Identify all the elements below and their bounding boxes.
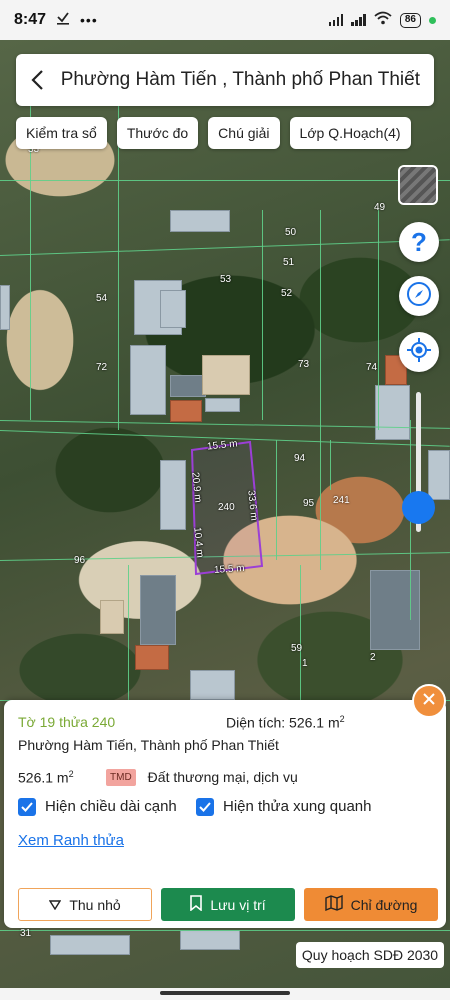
area-summary: Diện tích: 526.1 m2 <box>226 714 345 731</box>
plot-number: 74 <box>366 362 378 373</box>
bookmark-icon <box>190 895 203 914</box>
tool-chips: Kiểm tra sổ Thước đo Chú giải Lớp Q.Hoạc… <box>16 117 411 149</box>
my-location-button[interactable] <box>399 332 439 372</box>
show-edge-lengths-checkbox[interactable]: Hiện chiều dài cạnh <box>18 797 196 816</box>
checkbox-checked-icon <box>18 797 36 816</box>
wifi-icon <box>374 11 392 29</box>
selected-parcel-number: 240 <box>218 502 235 513</box>
home-handle[interactable] <box>160 991 290 995</box>
building <box>170 210 230 232</box>
location-header: Phường Hàm Tiến , Thành phố Phan Thiết <box>16 54 434 106</box>
parcel-info-panel: Tờ 19 thửa 240 Diện tích: 526.1 m2 Phườn… <box>4 700 446 928</box>
collapse-button[interactable]: Thu nhỏ <box>18 888 152 921</box>
view-boundary-link[interactable]: Xem Ranh thửa <box>18 832 124 849</box>
opacity-slider-handle[interactable] <box>402 491 435 524</box>
building <box>50 935 130 955</box>
compass-button[interactable] <box>399 276 439 316</box>
building <box>170 400 202 422</box>
plot-number: 72 <box>96 362 108 373</box>
directions-button[interactable]: Chỉ đường <box>304 888 438 921</box>
plot-line <box>0 180 450 181</box>
plot-line <box>276 440 277 560</box>
location-title: Phường Hàm Tiến , Thành phố Phan Thiết <box>60 69 420 90</box>
sheet-parcel-number: Tờ 19 thửa 240 <box>18 714 116 730</box>
map-icon <box>324 894 343 914</box>
save-location-button[interactable]: Lưu vị trí <box>161 888 295 921</box>
land-code-badge: TMD <box>106 768 136 786</box>
building <box>375 385 410 440</box>
building <box>160 290 186 328</box>
active-dot-icon <box>429 16 436 24</box>
checkbox-checked-icon <box>196 797 214 816</box>
plot-line <box>378 210 379 430</box>
building <box>140 575 176 645</box>
plot-line <box>128 565 129 705</box>
chip-measure[interactable]: Thước đo <box>116 117 199 149</box>
help-icon: ? <box>411 226 427 257</box>
back-arrow-icon[interactable] <box>30 69 45 91</box>
show-neighbors-checkbox[interactable]: Hiện thửa xung quanh <box>196 797 371 816</box>
status-bar: 8:47 ••• 86 <box>0 0 450 40</box>
building <box>202 355 250 395</box>
land-area: 526.1 m2 <box>18 768 74 786</box>
system-nav-bar <box>0 988 450 1000</box>
my-location-icon <box>406 337 432 368</box>
chip-planning-layer[interactable]: Lớp Q.Hoạch(4) <box>289 117 411 149</box>
building <box>205 398 240 412</box>
plot-line <box>0 930 450 931</box>
status-time: 8:47 <box>14 11 47 28</box>
plot-number: 49 <box>374 202 386 213</box>
building <box>180 930 240 950</box>
plot-line <box>330 440 331 490</box>
land-type: Đất thương mại, dịch vụ <box>147 769 298 786</box>
edge-length-bottom: 15.5 m <box>213 562 245 577</box>
plot-number: 2 <box>370 652 376 663</box>
plot-number: 50 <box>285 227 297 238</box>
plot-number: 54 <box>96 293 108 304</box>
plot-number: 31 <box>20 928 32 939</box>
compass-icon <box>406 281 432 312</box>
plot-number: 1 <box>302 658 308 669</box>
plot-line <box>262 210 263 420</box>
close-icon <box>422 692 436 711</box>
more-notifications-icon: ••• <box>80 12 98 28</box>
building <box>170 375 206 397</box>
chevron-down-icon <box>49 897 62 913</box>
building <box>0 285 10 330</box>
plot-line <box>0 239 450 256</box>
signal-icon <box>328 14 344 26</box>
plot-number: 53 <box>220 274 232 285</box>
plot-line <box>118 100 119 430</box>
plot-number: 51 <box>283 257 295 268</box>
building <box>160 460 186 530</box>
download-done-icon <box>56 11 70 29</box>
close-panel-button[interactable] <box>412 684 446 718</box>
plot-number: 94 <box>294 453 306 464</box>
map-layer-toggle[interactable] <box>398 165 438 205</box>
plot-number: 59 <box>291 643 303 654</box>
building <box>428 450 450 500</box>
plot-number: 241 <box>333 495 350 506</box>
chip-check-certificate[interactable]: Kiểm tra sổ <box>16 117 107 149</box>
plot-number: 52 <box>281 288 293 299</box>
battery-icon: 86 <box>399 12 421 28</box>
plot-number: 73 <box>298 359 310 370</box>
building <box>130 345 166 415</box>
building <box>135 645 169 670</box>
building <box>100 600 124 634</box>
plot-number: 96 <box>74 555 86 566</box>
plot-line <box>300 565 301 700</box>
parcel-address: Phường Hàm Tiến, Thành phố Phan Thiết <box>18 736 279 753</box>
building <box>370 570 420 650</box>
plot-number: 95 <box>303 498 315 509</box>
plot-line <box>320 210 321 570</box>
planning-layer-badge[interactable]: Quy hoạch SDĐ 2030 <box>296 942 444 968</box>
signal-icon-2 <box>351 14 366 26</box>
building <box>190 670 235 700</box>
help-button[interactable]: ? <box>399 222 439 262</box>
chip-legend[interactable]: Chú giải <box>208 117 280 149</box>
